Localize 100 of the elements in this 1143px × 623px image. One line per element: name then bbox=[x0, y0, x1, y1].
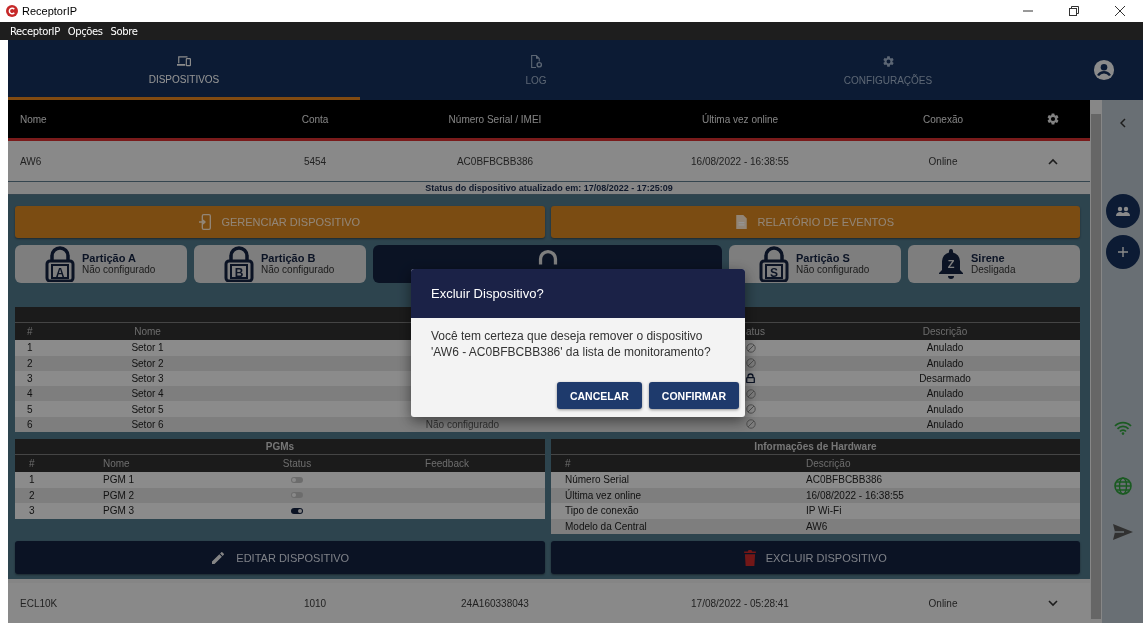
nav-tab[interactable]: CONFIGURAÇÕES bbox=[712, 40, 1064, 100]
card-title: Partição B bbox=[261, 253, 316, 265]
column-header: Conexão bbox=[923, 113, 963, 125]
device-row[interactable]: ECL10K 1010 24A160338043 17/08/2022 - 05:28:41 Online bbox=[8, 583, 1090, 623]
serial-number: 24A160338043 bbox=[461, 597, 529, 609]
partition-card[interactable]: A Partição A Não configurado bbox=[15, 245, 187, 284]
card-status: Não configurado bbox=[261, 264, 335, 276]
column-header: # bbox=[564, 458, 572, 469]
table-cell: Setor 5 bbox=[131, 403, 164, 415]
table-cell: Anulado bbox=[926, 403, 964, 415]
table-cell-text: 16/08/2022 - 16:38:55 bbox=[806, 489, 905, 501]
action-button[interactable]: EDITAR DISPOSITIVO bbox=[15, 541, 545, 574]
table-cell: Setor 2 bbox=[131, 357, 164, 369]
plus-icon bbox=[1117, 247, 1128, 257]
restore-icon[interactable] bbox=[1069, 6, 1079, 16]
pencil-icon bbox=[210, 549, 227, 566]
globe-icon bbox=[1113, 477, 1132, 495]
settings-icon bbox=[881, 54, 895, 68]
table-cell: Setor 3 bbox=[131, 372, 164, 384]
menu-item[interactable]: Opções bbox=[67, 25, 103, 37]
table-cell-text: PGM 3 bbox=[103, 505, 136, 517]
devices-icon bbox=[177, 55, 191, 67]
table-cell: Anulado bbox=[926, 418, 964, 430]
chevron-left-icon[interactable] bbox=[1119, 118, 1126, 128]
menu-item[interactable]: Sobre bbox=[110, 25, 138, 37]
toggle-switch[interactable] bbox=[291, 492, 303, 499]
table-cell: Setor 6 bbox=[131, 418, 164, 430]
serial-number: AC0BFBCBB386 bbox=[456, 155, 534, 167]
lock-icon bbox=[746, 373, 755, 384]
table-cell-text: 4 bbox=[26, 388, 34, 400]
column-header: Última vez online bbox=[701, 113, 779, 125]
bypassed-icon bbox=[746, 404, 756, 415]
card-status: Não configurado bbox=[796, 264, 870, 276]
table-cell-text: AC0BFBCBB386 bbox=[806, 474, 884, 486]
toggle-switch[interactable] bbox=[291, 507, 303, 514]
account-number: 1010 bbox=[303, 597, 327, 609]
connection-status: Online bbox=[928, 597, 958, 609]
column-header: # bbox=[26, 326, 34, 338]
card-title: Sirene bbox=[971, 253, 1006, 265]
table-cell-text: PGM 1 bbox=[103, 474, 136, 486]
column-header: Conta bbox=[301, 113, 329, 125]
chevron-up-icon[interactable] bbox=[1048, 157, 1058, 165]
table-cell-text: 1 bbox=[28, 474, 36, 486]
column-header: Número Serial / IMEI bbox=[448, 113, 542, 125]
dialog-title: Excluir Dispositivo? bbox=[411, 269, 745, 318]
partition-card[interactable]: S Partição S Não configurado bbox=[729, 245, 901, 284]
table-cell: Desarmado bbox=[919, 372, 971, 384]
action-button[interactable]: EXCLUIR DISPOSITIVO bbox=[550, 541, 1080, 574]
bypassed-icon bbox=[746, 419, 756, 430]
dialog-button[interactable]: CONFIRMAR bbox=[648, 382, 739, 409]
device-row[interactable]: AW6 5454 AC0BFBCBB386 16/08/2022 - 16:38:55 Online bbox=[8, 141, 1090, 182]
status-text: Status do dispositivo atualizado em: 17/08/2022 - 17:25:09 bbox=[8, 181, 1090, 196]
table-cell-text: Modelo da Central bbox=[564, 520, 648, 532]
dialog-button[interactable]: CANCELAR bbox=[556, 382, 642, 409]
account-icon[interactable] bbox=[1092, 59, 1115, 81]
table-cell-text: Tipo de conexão bbox=[564, 505, 640, 517]
file-gear-icon bbox=[530, 54, 542, 68]
bypassed-icon bbox=[746, 342, 756, 353]
trash-icon bbox=[743, 549, 756, 566]
table-cell: Anulado bbox=[926, 388, 964, 400]
document-icon bbox=[736, 215, 748, 230]
column-header: Nome bbox=[134, 326, 161, 338]
wifi-icon bbox=[1113, 421, 1132, 435]
last-online-time: 17/08/2022 - 05:28:41 bbox=[691, 597, 789, 609]
card-title: Partição S bbox=[796, 253, 850, 265]
column-header: Descrição bbox=[806, 458, 852, 469]
card-status: Não configurado bbox=[82, 264, 156, 276]
menu-item[interactable]: ReceptorIP bbox=[10, 25, 60, 37]
siren-card[interactable]: Z Sirene Desligada bbox=[908, 245, 1080, 284]
card-status: Desligada bbox=[971, 264, 1016, 276]
table-cell-text: 5 bbox=[26, 403, 34, 415]
table-title: PGMs bbox=[15, 439, 545, 455]
column-header: Descrição bbox=[922, 326, 968, 338]
table-cell: Setor 4 bbox=[131, 388, 164, 400]
window-title: ReceptorIP bbox=[22, 5, 79, 17]
partition-card[interactable]: B Partição B Não configurado bbox=[194, 245, 366, 284]
table-cell-text: IP Wi-Fi bbox=[806, 505, 843, 517]
table-cell: Anulado bbox=[926, 342, 964, 354]
account-number: 5454 bbox=[303, 155, 327, 167]
column-header: # bbox=[28, 458, 36, 469]
add-button[interactable] bbox=[1105, 235, 1140, 269]
chevron-down-icon[interactable] bbox=[1048, 599, 1058, 607]
send-icon[interactable] bbox=[1112, 524, 1133, 540]
people-button[interactable] bbox=[1105, 194, 1140, 228]
table-cell-text: 2 bbox=[26, 357, 34, 369]
table-cell: Setor 1 bbox=[131, 342, 164, 354]
dialog-message: Você tem certeza que deseja remover o dispositivo 'AW6 - AC0BFBCBB386' da lista de monitoramento? bbox=[431, 328, 712, 360]
card-title: Partição A bbox=[82, 253, 136, 265]
table-cell-text: PGM 2 bbox=[103, 489, 136, 501]
table-cell-text: Última vez online bbox=[564, 489, 643, 501]
column-header: Feedback bbox=[425, 458, 469, 469]
nav-tab[interactable]: LOG bbox=[360, 40, 712, 100]
toggle-switch[interactable] bbox=[291, 476, 303, 483]
device-name: AW6 bbox=[19, 155, 42, 167]
device-name: ECL10K bbox=[19, 597, 58, 609]
close-icon[interactable] bbox=[1115, 6, 1125, 16]
last-online-time: 16/08/2022 - 16:38:55 bbox=[691, 155, 789, 167]
settings-icon[interactable] bbox=[1046, 112, 1060, 127]
table-cell-text: 6 bbox=[26, 418, 34, 430]
table-cell-text: 3 bbox=[26, 372, 34, 384]
